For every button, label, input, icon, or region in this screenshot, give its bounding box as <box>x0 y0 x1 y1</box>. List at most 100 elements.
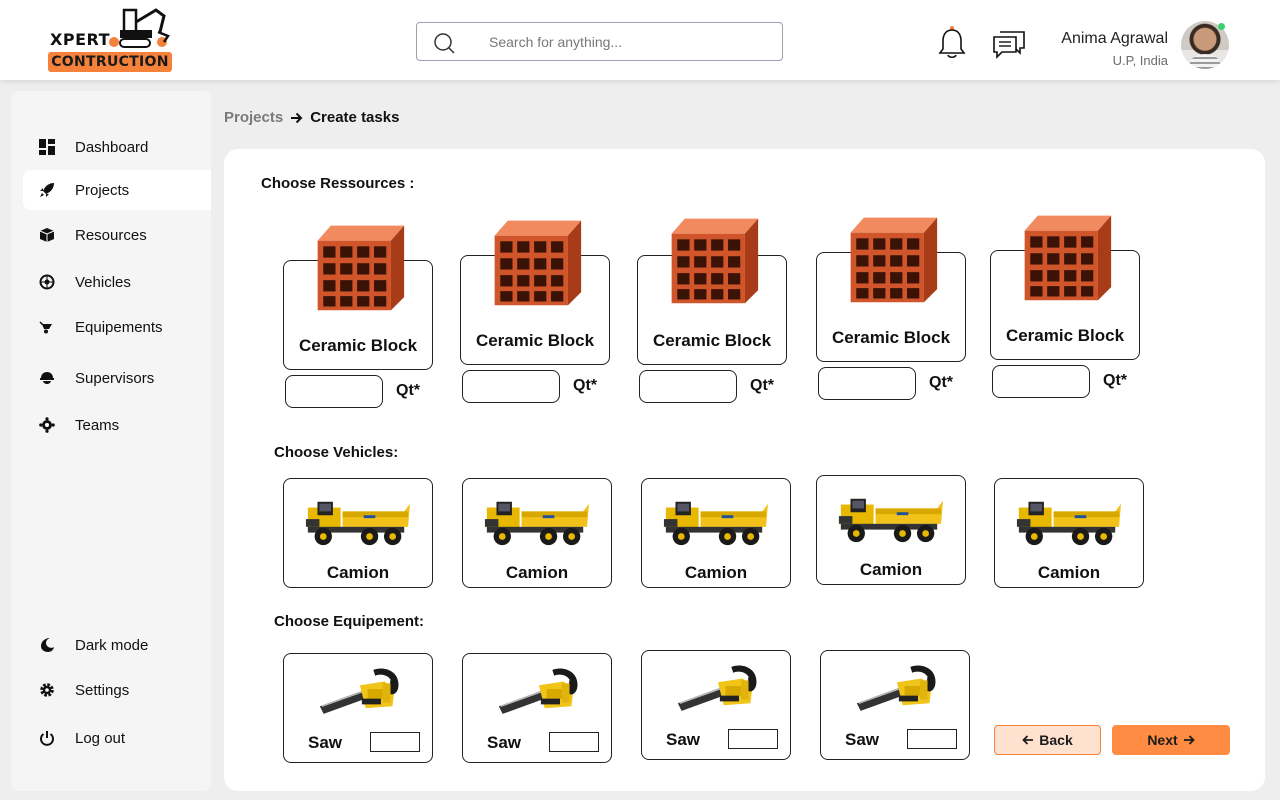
chainsaw-image <box>495 664 581 718</box>
rocket-icon <box>39 182 55 198</box>
vehicle-card[interactable]: Camion <box>994 478 1144 588</box>
vehicles-section-title: Choose Vehicles: <box>274 444 399 461</box>
search-icon <box>434 33 455 54</box>
equipment-name: Saw <box>487 733 522 752</box>
box-icon <box>39 227 55 243</box>
next-button[interactable]: Next <box>1112 725 1230 755</box>
dump-truck-image <box>304 497 410 547</box>
vehicle-card[interactable]: Camion <box>816 475 966 585</box>
user-location: U.P, India <box>1112 53 1168 68</box>
dump-truck-image <box>662 497 768 547</box>
user-name: Anima Agrawal <box>1061 30 1168 47</box>
quantity-label: Qt* <box>929 374 953 391</box>
equipment-card[interactable]: Saw <box>820 650 970 760</box>
resource-name: Ceramic Block <box>475 331 595 350</box>
resource-quantity-input[interactable] <box>462 370 560 403</box>
equipment-section-title: Choose Equipement: <box>274 613 425 630</box>
resource-quantity-input[interactable] <box>639 370 737 403</box>
search-input[interactable] <box>489 32 769 52</box>
sidebar-item-vehicles[interactable]: Vehicles <box>23 262 211 302</box>
vehicle-name: Camion <box>326 563 390 582</box>
sidebar-item-label: Teams <box>75 416 120 434</box>
equipment-quantity-input[interactable] <box>549 732 599 752</box>
sidebar-item-label: Settings <box>75 681 130 699</box>
gear-icon <box>39 682 55 698</box>
top-header: XPERT CONTRUCTION Anima Agrawal U.P, Ind… <box>0 0 1280 80</box>
sidebar-item-logout[interactable]: Log out <box>23 718 211 758</box>
breadcrumb-parent[interactable]: Projects <box>224 109 283 126</box>
search-box[interactable] <box>416 22 783 61</box>
sidebar-item-dark-mode[interactable]: Dark mode <box>23 625 211 665</box>
resources-section-title: Choose Ressources : <box>261 175 415 192</box>
sidebar-item-label: Dark mode <box>75 636 149 654</box>
vehicle-name: Camion <box>859 560 923 579</box>
sidebar-item-settings[interactable]: Settings <box>23 670 211 710</box>
chat-icon[interactable] <box>992 28 1028 60</box>
resource-quantity-input[interactable] <box>818 367 916 400</box>
wheelbarrow-icon <box>39 319 55 335</box>
resource-name: Ceramic Block <box>652 331 772 350</box>
arrow-right-icon <box>291 112 303 123</box>
sidebar-item-label: Resources <box>75 226 147 244</box>
vehicle-card[interactable]: Camion <box>641 478 791 588</box>
sidebar-item-label: Equipements <box>75 318 163 336</box>
ceramic-block-image <box>312 221 406 313</box>
dump-truck-image <box>483 497 589 547</box>
vehicle-name: Camion <box>684 563 748 582</box>
next-button-label: Next <box>1147 732 1178 748</box>
ceramic-block-image <box>845 213 939 305</box>
brand-name: XPERT <box>50 30 111 49</box>
sidebar-item-dashboard[interactable]: Dashboard <box>23 127 211 167</box>
brand-logo[interactable]: XPERT CONTRUCTION <box>44 6 180 74</box>
sidebar-item-label: Dashboard <box>75 138 149 156</box>
breadcrumb-current: Create tasks <box>310 109 400 126</box>
breadcrumb: Projects Create tasks <box>224 109 399 126</box>
vehicle-card[interactable]: Camion <box>283 478 433 588</box>
vehicle-name: Camion <box>1037 563 1101 582</box>
dashboard-icon <box>39 139 55 155</box>
sidebar-item-label: Log out <box>75 729 126 747</box>
helmet-icon <box>39 370 55 386</box>
resource-quantity-input[interactable] <box>285 375 383 408</box>
equipment-card[interactable]: Saw <box>462 653 612 763</box>
equipment-card[interactable]: Saw <box>641 650 791 760</box>
arrow-right-icon <box>1183 735 1195 745</box>
ceramic-block-image <box>666 214 760 306</box>
resource-quantity-input[interactable] <box>992 365 1090 398</box>
sidebar-item-projects[interactable]: Projects <box>23 170 211 210</box>
arrow-left-icon <box>1022 735 1034 745</box>
moon-icon <box>39 637 55 653</box>
vehicle-card[interactable]: Camion <box>462 478 612 588</box>
chainsaw-image <box>316 664 402 718</box>
equipment-quantity-input[interactable] <box>728 729 778 749</box>
chainsaw-image <box>853 661 939 715</box>
vehicle-name: Camion <box>505 563 569 582</box>
resource-name: Ceramic Block <box>298 336 418 355</box>
quantity-label: Qt* <box>573 377 597 394</box>
excavator-logo-icon <box>109 8 170 48</box>
sidebar-item-supervisors[interactable]: Supervisors <box>23 358 211 398</box>
sidebar-item-equipements[interactable]: Equipements <box>23 307 211 347</box>
equipment-quantity-input[interactable] <box>370 732 420 752</box>
sidebar-item-label: Supervisors <box>75 369 155 387</box>
quantity-label: Qt* <box>396 382 420 399</box>
equipment-name: Saw <box>308 733 343 752</box>
dump-truck-image <box>1015 497 1121 547</box>
bell-icon[interactable] <box>938 24 966 60</box>
team-icon <box>39 417 55 433</box>
resource-name: Ceramic Block <box>831 328 951 347</box>
quantity-label: Qt* <box>750 377 774 394</box>
brand-badge: CONTRUCTION <box>48 52 172 72</box>
sidebar-item-label: Projects <box>75 181 130 199</box>
equipment-name: Saw <box>666 730 701 749</box>
sidebar-item-label: Vehicles <box>75 273 131 291</box>
back-button[interactable]: Back <box>994 725 1101 755</box>
resource-name: Ceramic Block <box>1005 326 1125 345</box>
equipment-card[interactable]: Saw <box>283 653 433 763</box>
online-status-dot <box>1218 23 1225 30</box>
sidebar-item-resources[interactable]: Resources <box>23 215 211 255</box>
equipment-name: Saw <box>845 730 880 749</box>
sidebar: Dashboard Projects Resources Vehicles Eq… <box>11 91 211 791</box>
equipment-quantity-input[interactable] <box>907 729 957 749</box>
sidebar-item-teams[interactable]: Teams <box>23 405 211 445</box>
